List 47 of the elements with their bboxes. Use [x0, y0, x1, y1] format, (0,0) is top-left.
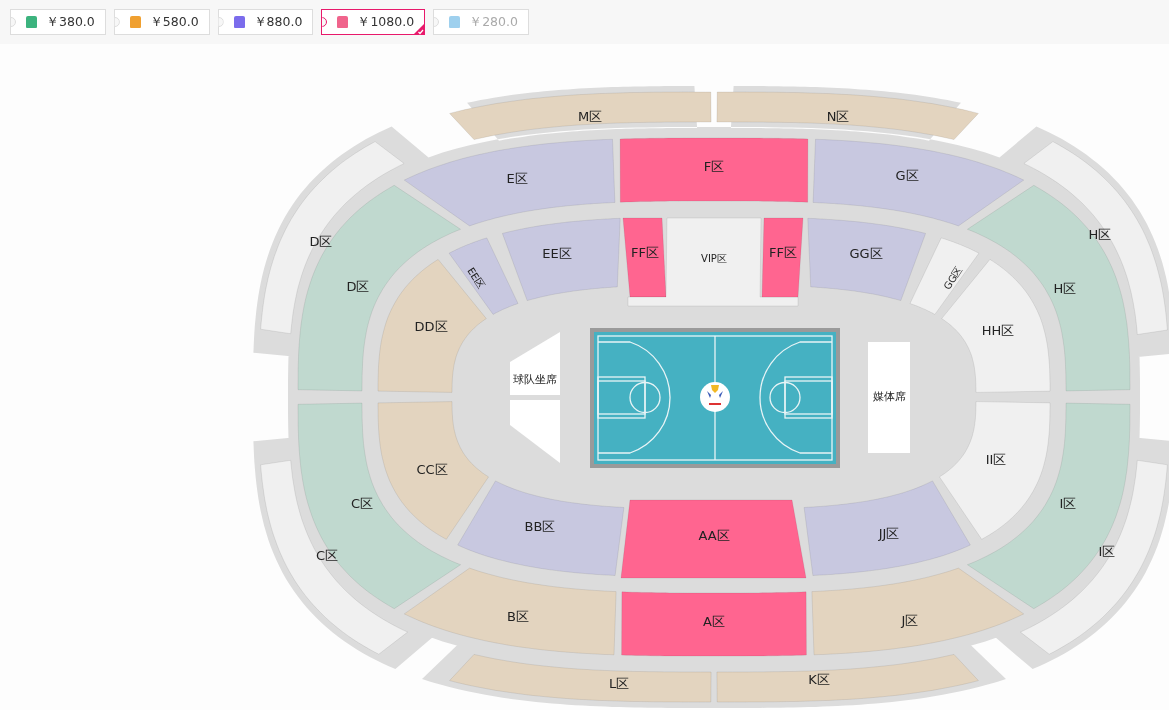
section-label: II区 — [985, 451, 1007, 467]
section-label: D区 — [346, 278, 370, 294]
section-label: H区 — [1088, 226, 1112, 242]
media-label: 媒体席 — [872, 389, 906, 403]
section-label: AA区 — [698, 527, 730, 543]
bench-label: 球队坐席 — [513, 372, 557, 386]
price-filter[interactable]: ￥580.0 — [113, 9, 210, 35]
section-label: C区 — [315, 547, 339, 563]
section-label: F区 — [703, 158, 725, 174]
bench-area — [510, 332, 560, 395]
section-label: FF区 — [769, 244, 797, 260]
section-label: JJ区 — [878, 525, 900, 541]
section-label: DD区 — [414, 318, 448, 334]
price-filter[interactable]: ￥880.0 — [217, 9, 314, 35]
section-label: EE区 — [542, 245, 572, 261]
seating-section[interactable] — [761, 217, 804, 298]
seating-section[interactable] — [716, 654, 979, 703]
logo-icon — [700, 382, 730, 412]
section-label: C区 — [350, 495, 374, 511]
section-label: L区 — [608, 675, 630, 691]
section-label: BB区 — [524, 518, 556, 534]
section-label: K区 — [808, 671, 830, 687]
section-label: VIP区 — [701, 252, 727, 264]
price-filter[interactable]: ￥1080.0 — [321, 9, 426, 35]
check-icon — [413, 23, 426, 35]
section-label: GG区 — [941, 264, 965, 292]
section-label: B区 — [507, 608, 529, 624]
seating-section[interactable] — [449, 91, 712, 140]
section-label: M区 — [577, 108, 603, 124]
section-label: EE区 — [465, 265, 487, 291]
section-label: N区 — [826, 108, 850, 124]
section-label: H区 — [1053, 280, 1077, 296]
section-label: E区 — [506, 170, 528, 186]
section-label: G区 — [895, 167, 919, 183]
section-label: FF区 — [631, 244, 659, 260]
section-label: A区 — [703, 613, 725, 629]
seating-section[interactable] — [716, 91, 979, 140]
section-label: HH区 — [981, 322, 1015, 338]
section-label: D区 — [309, 233, 333, 249]
seating-section[interactable] — [627, 217, 799, 307]
price-filter[interactable]: ￥380.0 — [10, 9, 106, 35]
section-label: I区 — [1059, 495, 1077, 511]
section-label: J区 — [901, 612, 919, 628]
section-label: CC区 — [416, 461, 448, 477]
section-label: I区 — [1098, 543, 1116, 559]
section-label: GG区 — [849, 245, 883, 261]
bench-area — [510, 400, 560, 463]
